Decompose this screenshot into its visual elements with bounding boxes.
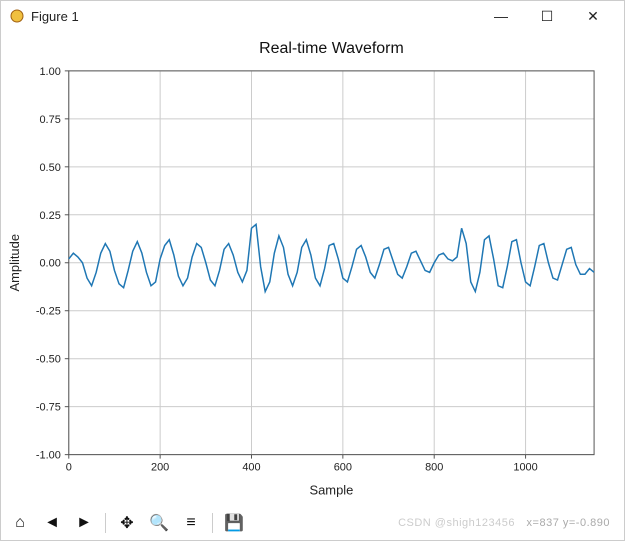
window-title: Figure 1	[31, 9, 79, 24]
toolbar: ⌂ ◄ ► ✥ 🔍 ≡ 💾 CSDN @shigh123456 x=837 y=…	[1, 506, 624, 540]
pan-icon[interactable]: ✥	[114, 510, 140, 536]
svg-text:0.25: 0.25	[39, 210, 60, 222]
svg-text:600: 600	[334, 462, 352, 474]
home-icon[interactable]: ⌂	[7, 510, 33, 536]
close-button[interactable]: ✕	[570, 1, 616, 31]
titlebar: Figure 1 — ☐ ✕	[1, 1, 624, 31]
svg-text:0.00: 0.00	[39, 258, 60, 270]
plot-area[interactable]: 0 200 400 600 800 1000 -1.00 -0.75 -0.50 -0.25 0.0…	[1, 31, 624, 506]
configure-icon[interactable]: ≡	[178, 510, 204, 536]
separator	[105, 513, 106, 533]
svg-text:400: 400	[242, 462, 260, 474]
forward-icon[interactable]: ►	[71, 510, 97, 536]
maximize-button[interactable]: ☐	[524, 1, 570, 31]
svg-text:800: 800	[425, 462, 443, 474]
svg-text:Real-time Waveform: Real-time Waveform	[259, 40, 404, 57]
svg-text:0: 0	[66, 462, 72, 474]
figure-window: Figure 1 — ☐ ✕ 0 200 400 600 800 1000 -1.00 -0.…	[0, 0, 625, 541]
svg-text:0.75: 0.75	[39, 114, 60, 126]
svg-text:-0.50: -0.50	[36, 354, 61, 366]
save-icon[interactable]: 💾	[221, 510, 247, 536]
svg-text:-0.25: -0.25	[36, 306, 61, 318]
plot-svg: 0 200 400 600 800 1000 -1.00 -0.75 -0.50 -0.25 0.0…	[1, 31, 624, 506]
svg-text:200: 200	[151, 462, 169, 474]
minimize-button[interactable]: —	[478, 1, 524, 31]
svg-text:1000: 1000	[513, 462, 537, 474]
app-icon	[9, 8, 25, 24]
separator	[212, 513, 213, 533]
zoom-icon[interactable]: 🔍	[146, 510, 172, 536]
watermark: CSDN @shigh123456	[398, 517, 515, 529]
svg-text:1.00: 1.00	[39, 66, 60, 78]
cursor-coords: CSDN @shigh123456 x=837 y=-0.890	[398, 517, 618, 529]
svg-text:Sample: Sample	[309, 483, 353, 498]
back-icon[interactable]: ◄	[39, 510, 65, 536]
svg-text:-1.00: -1.00	[36, 450, 61, 462]
svg-text:0.50: 0.50	[39, 162, 60, 174]
svg-text:-0.75: -0.75	[36, 402, 61, 414]
svg-text:Amplitude: Amplitude	[7, 234, 22, 292]
